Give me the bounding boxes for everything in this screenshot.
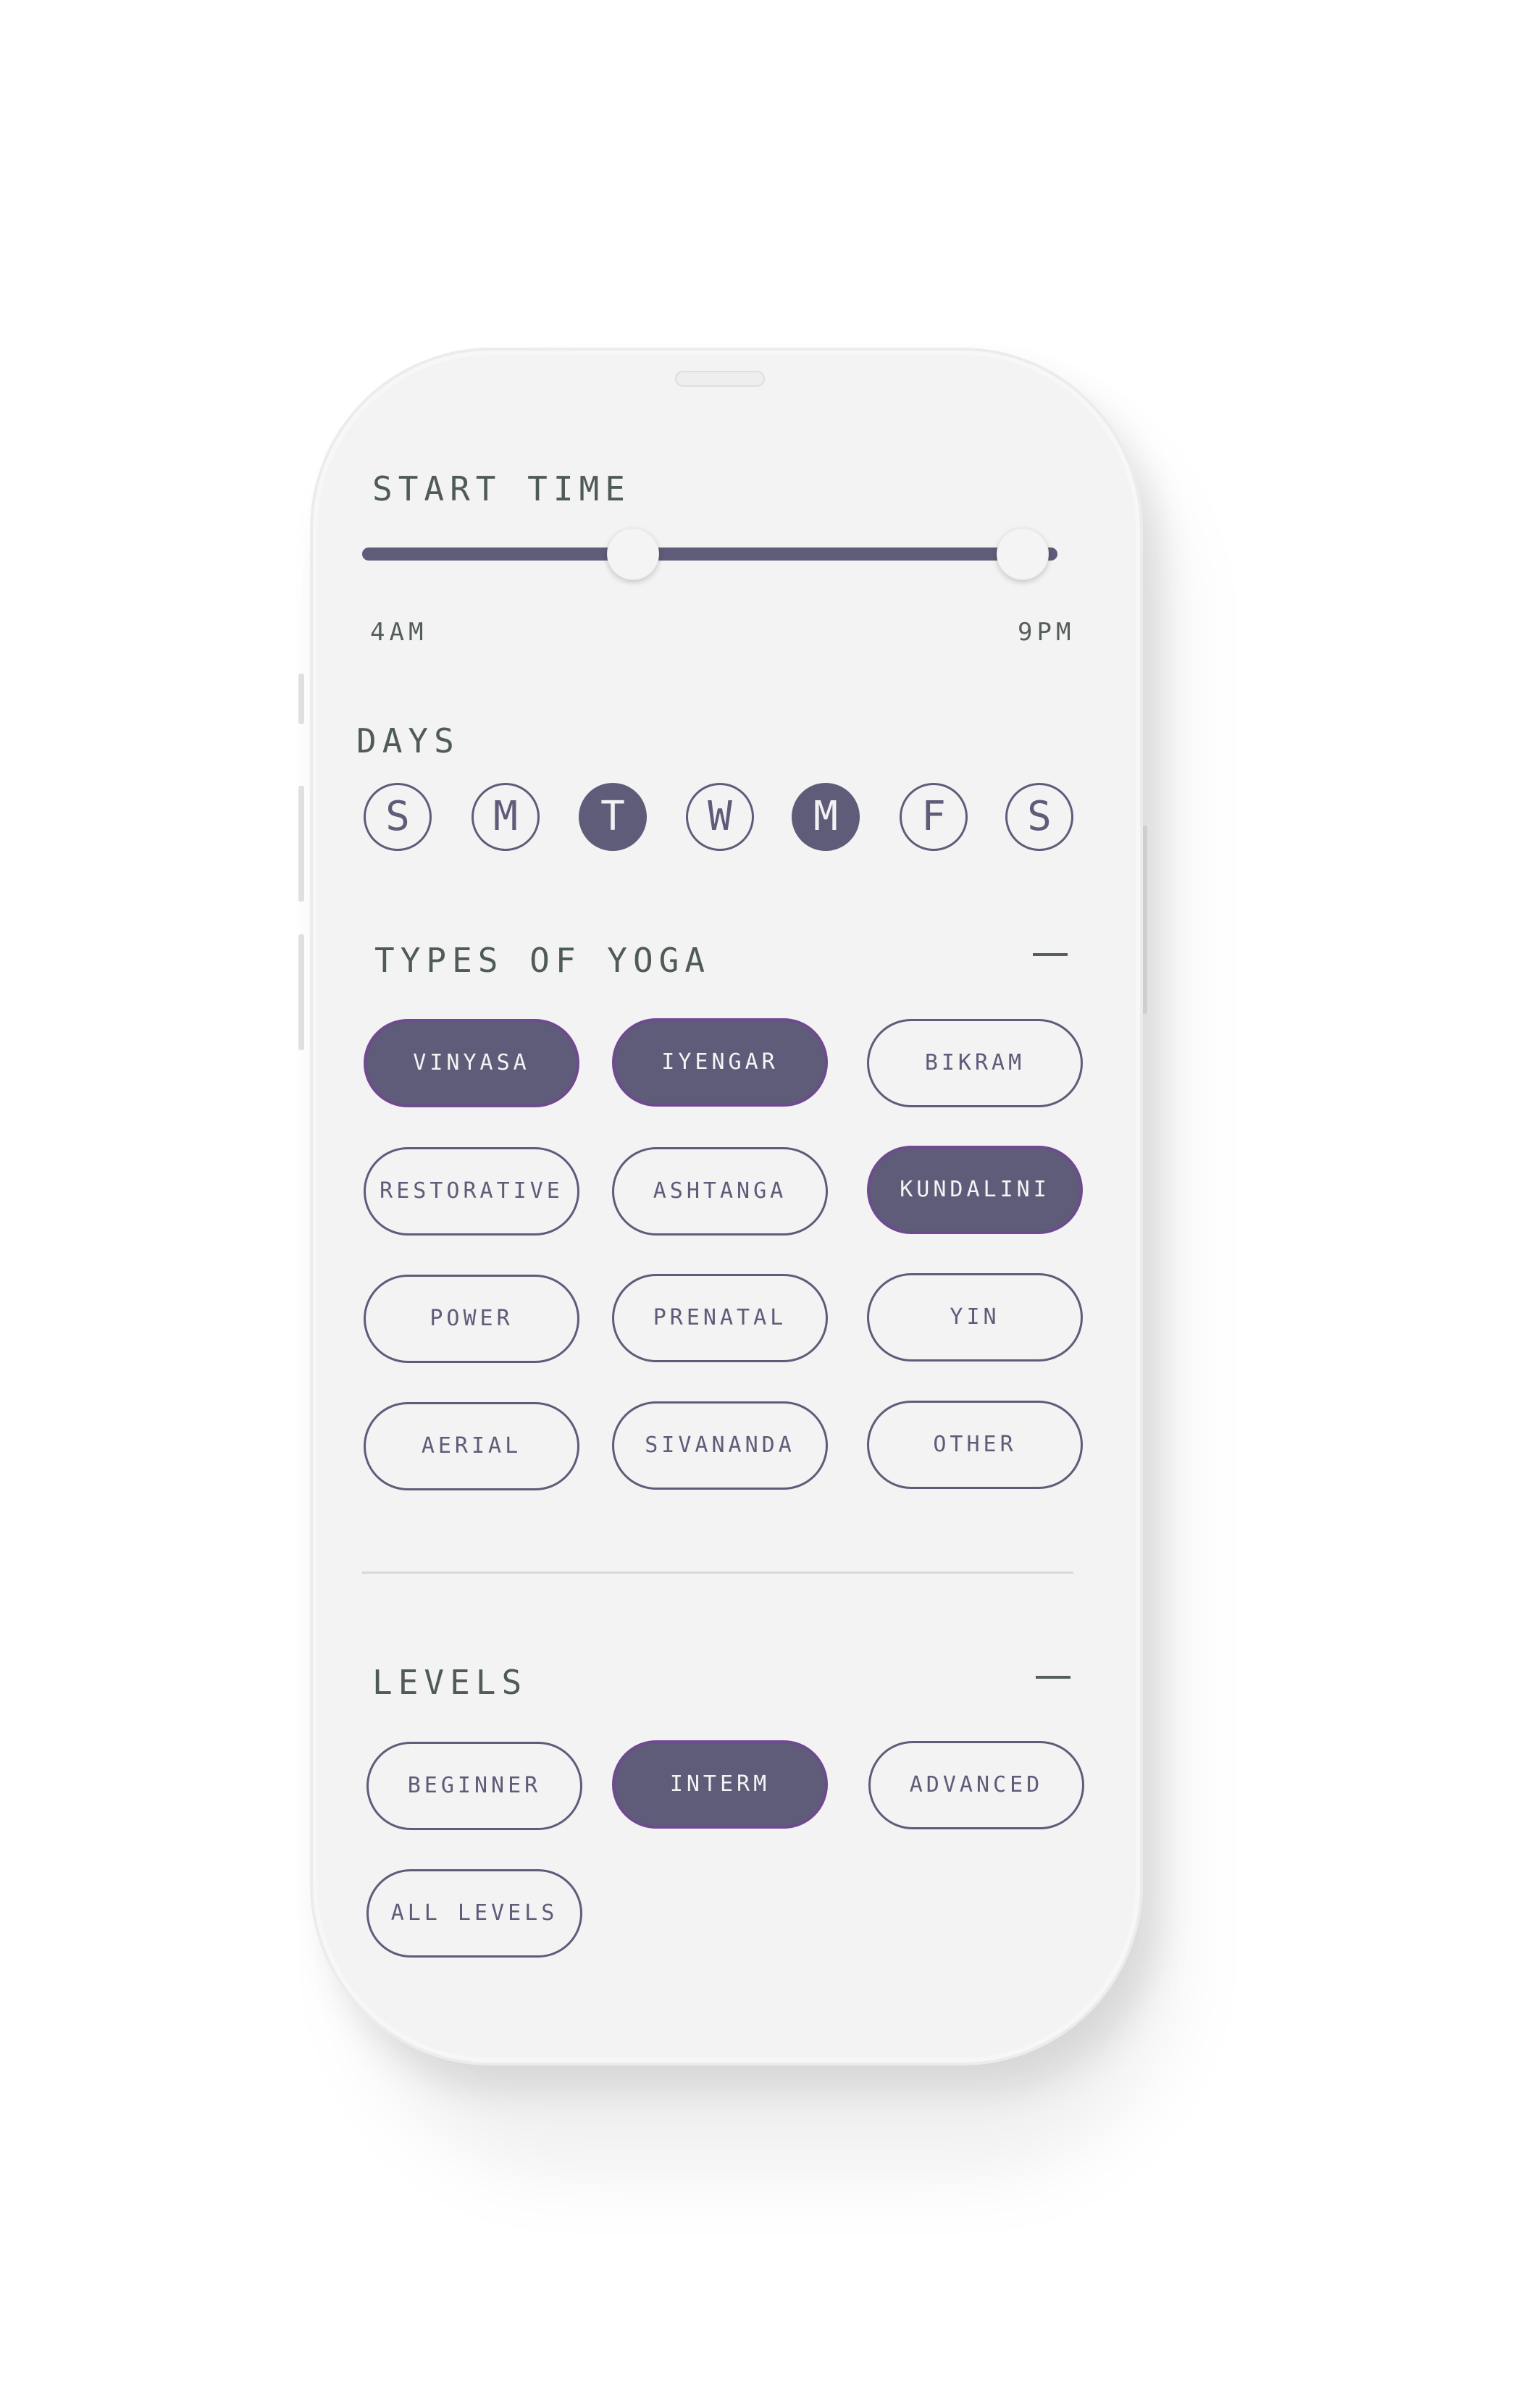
days-title: DAYS [356, 721, 460, 760]
levels-collapse-minus-icon[interactable] [1036, 1676, 1070, 1679]
types-of-yoga-title: TYPES OF YOGA [374, 941, 711, 980]
types-collapse-minus-icon[interactable] [1033, 953, 1068, 956]
day-monday[interactable]: M [472, 783, 540, 851]
day-wednesday[interactable]: W [686, 783, 754, 851]
type-chip-ashtanga[interactable]: ASHTANGA [612, 1147, 828, 1236]
time-min-label: 4AM [370, 618, 428, 647]
type-chip-power[interactable]: POWER [364, 1275, 579, 1363]
level-chip-beginner[interactable]: BEGINNER [366, 1742, 582, 1830]
type-chip-prenatal[interactable]: PRENATAL [612, 1274, 828, 1362]
day-sunday[interactable]: S [364, 783, 432, 851]
type-chip-vinyasa[interactable]: VINYASA [364, 1019, 579, 1107]
volume-down-button [298, 934, 304, 1050]
time-range-track[interactable] [362, 548, 1057, 561]
time-max-label: 9PM [1018, 618, 1076, 647]
levels-title: LEVELS [372, 1663, 528, 1702]
time-range-start-handle[interactable] [607, 528, 660, 580]
type-chip-aerial[interactable]: AERIAL [364, 1402, 579, 1490]
type-chip-kundalini[interactable]: KUNDALINI [867, 1146, 1083, 1234]
level-chip-interm[interactable]: INTERM [612, 1740, 828, 1829]
type-chip-bikram[interactable]: BIKRAM [867, 1019, 1083, 1107]
type-chip-other[interactable]: OTHER [867, 1401, 1083, 1489]
mute-switch [298, 674, 304, 724]
type-chip-restorative[interactable]: RESTORATIVE [364, 1147, 579, 1236]
type-chip-iyengar[interactable]: IYENGAR [612, 1018, 828, 1107]
type-chip-sivananda[interactable]: SIVANANDA [612, 1401, 828, 1490]
day-tuesday[interactable]: T [579, 783, 647, 851]
day-saturday[interactable]: S [1005, 783, 1073, 851]
day-friday[interactable]: F [900, 783, 968, 851]
level-chip-all-levels[interactable]: ALL LEVELS [366, 1869, 582, 1958]
section-divider [362, 1572, 1073, 1574]
volume-up-button [298, 786, 304, 902]
level-chip-advanced[interactable]: ADVANCED [868, 1741, 1084, 1829]
start-time-title: START TIME [372, 469, 631, 508]
type-chip-yin[interactable]: YIN [867, 1273, 1083, 1362]
day-thursday[interactable]: M [792, 783, 860, 851]
speaker-notch [675, 371, 765, 387]
time-range-end-handle[interactable] [997, 528, 1049, 580]
